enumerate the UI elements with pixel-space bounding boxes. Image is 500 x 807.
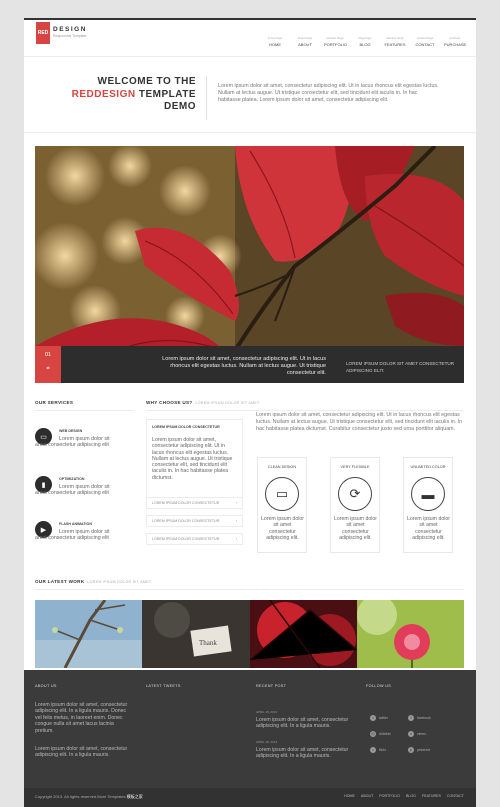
logo-mark: RED [36, 22, 50, 44]
chevron-right-icon: › [235, 501, 237, 505]
work-title: OUR LATEST WORK LOREM IPSUM DOLOR SIT AME… [35, 579, 152, 584]
divider [24, 132, 476, 133]
divider [146, 410, 464, 411]
welcome-text: Lorem ipsum dolor sit amet, consectetur … [218, 83, 439, 104]
main-nav: home blogs HOME about blogs ABOUT portfoli… [264, 36, 466, 47]
slider-side-text: LOREM IPSUM DOLOR SIT AMET CONSECTETUR A… [346, 361, 455, 373]
copyright-link[interactable]: 模板之家 [127, 794, 143, 799]
footer-nav-features[interactable]: FEATURES [422, 794, 441, 798]
footer-nav-portfolio[interactable]: PORTFOLIO [379, 794, 400, 798]
nav-item-features[interactable]: features blogs FEATURES [384, 36, 406, 47]
feature-clean-design: CLEAN DESIGN ▭ Lorem ipsum dolor sit ame… [257, 457, 307, 553]
social-pinterest[interactable]: p pinterest [408, 747, 430, 753]
chevron-right-icon: › [235, 519, 237, 523]
why-title: WHY CHOOSE US? LOREM IPSUM DOLOR SIT AMET [146, 400, 260, 405]
page: RED DESIGN Responsive Template home blog… [24, 18, 476, 807]
footer-post-title: RECENT POST [256, 684, 287, 688]
footer-about-text: Lorem ipsum dolor sit amet, consectetur … [35, 702, 128, 734]
footer-nav-about[interactable]: ABOUT [361, 794, 373, 798]
post-link[interactable]: Lorem ipsum dolor sit amet, consectetur … [256, 717, 354, 730]
post-date: APRIL 18, 2013 [256, 740, 278, 744]
social-flickr[interactable]: • flickr [370, 747, 386, 753]
nav-item-purchase[interactable]: purchase PURCHASE [444, 36, 466, 47]
services-title: OUR SERVICES [35, 400, 74, 405]
accordion-item[interactable]: LOREM IPSUM DOLOR CONSECTETUR › [146, 533, 243, 545]
copyright: Copyright 2013. All rights reserved.More… [35, 794, 143, 799]
nav-item-contact[interactable]: contact blogs CONTACT [414, 36, 436, 47]
logo-tagline: Responsive Template [53, 34, 87, 38]
footer-nav-home[interactable]: HOME [344, 794, 355, 798]
logo[interactable]: RED DESIGN Responsive Template [36, 22, 87, 46]
twitter-icon: t [370, 715, 376, 721]
footer-about-text: Lorem ipsum dolor sit amet, consectetur … [35, 746, 128, 759]
pinterest-icon: p [408, 747, 414, 753]
feature-unlimited-color: UNLIMITED COLOR ▬ Lorem ipsum dolor sit … [403, 457, 453, 553]
nav-item-blog[interactable]: blog blogs BLOG [354, 36, 376, 47]
svg-text:Thank: Thank [199, 639, 217, 647]
refresh-icon: ⟳ [338, 477, 372, 511]
slider-number: 01 [44, 352, 52, 358]
divider [24, 56, 476, 57]
footer-nav-blog[interactable]: BLOG [406, 794, 416, 798]
accordion-item[interactable]: LOREM IPSUM DOLOR CONSECTETUR › [146, 515, 243, 527]
social-twitter[interactable]: t twitter [370, 715, 388, 721]
footer-tweets-title: LATEST TWEETS [146, 684, 181, 688]
work-thumbnail[interactable] [357, 600, 464, 668]
footer-follow-title: FOLLOW US [366, 684, 392, 688]
footer-about-title: ABOUT US [35, 684, 57, 688]
feature-very-flexible: VERY FLEXIBLE ⟳ Lorem ipsum dolor sit am… [330, 457, 380, 553]
welcome-heading: WELCOME TO THE REDDESIGN TEMPLATE DEMO [71, 76, 196, 112]
logo-name: DESIGN [53, 26, 87, 33]
accordion-item[interactable]: LOREM IPSUM DOLOR CONSECTETUR › [146, 497, 243, 509]
dribbble-icon: ◎ [370, 731, 376, 737]
post-date: APRIL 18, 2013 [256, 710, 278, 714]
divider [35, 589, 464, 590]
work-thumbnail[interactable] [250, 600, 357, 668]
nav-item-home[interactable]: home blogs HOME [264, 36, 286, 47]
divider [206, 76, 207, 120]
monitor-icon: ▭ [265, 477, 299, 511]
accordion-open-item[interactable]: LOREM IPSUM DOLOR CONSECTETUR Lorem ipsu… [146, 419, 243, 503]
chevron-right-icon: › [235, 537, 237, 541]
why-text: Lorem ipsum dolor sit amet, consectetur … [256, 412, 463, 432]
slider-caption: Lorem ipsum dolor sit amet, consectetur … [162, 356, 326, 376]
arrows-icon: ⇄ [46, 365, 50, 370]
nav-item-about[interactable]: about blogs ABOUT [294, 36, 316, 47]
facebook-icon: f [408, 715, 414, 721]
work-thumbnail[interactable] [35, 600, 142, 668]
divider [35, 410, 134, 411]
footer: ABOUT US Lorem ipsum dolor sit amet, con… [24, 670, 476, 807]
social-dribbble[interactable]: ◎ dribbble [370, 731, 391, 737]
post-link[interactable]: Lorem ipsum dolor sit amet, consectetur … [256, 747, 354, 760]
vimeo-icon: v [408, 731, 414, 737]
paint-roller-icon: ▬ [411, 477, 445, 511]
nav-item-portfolio[interactable]: portfolio blogs PORTFOLIO [324, 36, 347, 47]
slider-number-badge[interactable]: 01 ⇄ [35, 346, 61, 383]
work-thumbnail[interactable]: Thank [142, 600, 250, 668]
footer-bottom-bar: Copyright 2013. All rights reserved.More… [24, 788, 476, 807]
social-facebook[interactable]: f facebook [408, 715, 431, 721]
footer-nav: HOME ABOUT PORTFOLIO BLOG FEATURES CONTA… [344, 794, 464, 798]
flickr-icon: • [370, 747, 376, 753]
footer-nav-contact[interactable]: CONTACT [447, 794, 464, 798]
social-vimeo[interactable]: v vimeo [408, 731, 426, 737]
